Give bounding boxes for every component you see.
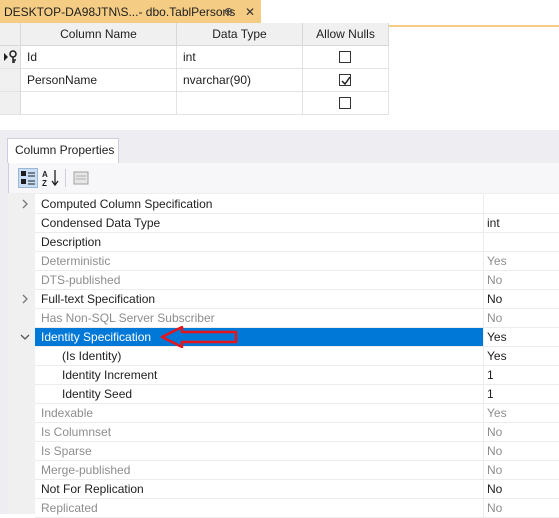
toolbar-separator <box>65 169 66 187</box>
property-row[interactable]: Replicated No <box>8 499 559 518</box>
data-type-cell[interactable]: int <box>177 46 303 69</box>
property-label: Identity Specification <box>35 328 483 347</box>
row-selector[interactable] <box>0 46 21 69</box>
property-label: DTS-published <box>35 271 483 290</box>
property-value: No <box>483 461 559 480</box>
property-label: Is Columnset <box>35 423 483 442</box>
svg-text:Z: Z <box>42 179 47 188</box>
data-type-cell[interactable] <box>177 92 303 115</box>
property-value: No <box>483 271 559 290</box>
annotation-arrow-icon <box>160 326 238 348</box>
column-name-cell[interactable] <box>21 92 177 115</box>
property-value[interactable]: No <box>483 290 559 309</box>
property-value[interactable]: 1 <box>483 385 559 404</box>
property-row[interactable]: Indexable Yes <box>8 404 559 423</box>
property-row[interactable]: Full-text Specification No <box>8 290 559 309</box>
property-row[interactable]: Identity Increment 1 <box>8 366 559 385</box>
document-tab-bar: DESKTOP-DA98JTN\S...- dbo.TablPersons ⊕ … <box>0 0 559 25</box>
allow-nulls-checkbox[interactable] <box>339 97 351 109</box>
categorized-button[interactable] <box>18 168 38 188</box>
property-label: Indexable <box>35 404 483 423</box>
property-value[interactable]: 1 <box>483 366 559 385</box>
property-value: Yes <box>483 252 559 271</box>
tab-column-properties[interactable]: Column Properties <box>7 138 119 163</box>
properties-toolbar: A Z <box>8 163 559 193</box>
property-row[interactable]: Condensed Data Type int <box>8 214 559 233</box>
property-row[interactable]: Not For Replication No <box>8 480 559 499</box>
property-label: (Is Identity) <box>35 347 483 366</box>
property-value: Yes <box>483 404 559 423</box>
property-label: Full-text Specification <box>35 290 483 309</box>
document-tab-title: DESKTOP-DA98JTN\S...- dbo.TablPersons <box>4 5 236 19</box>
alphabetical-button[interactable]: A Z <box>41 168 61 188</box>
property-label: Description <box>35 233 483 252</box>
property-value[interactable] <box>483 195 559 214</box>
property-value[interactable]: Yes <box>483 347 559 366</box>
property-row[interactable]: Is Columnset No <box>8 423 559 442</box>
property-value: No <box>483 423 559 442</box>
property-pages-button[interactable] <box>71 168 91 188</box>
alphabetical-icon: A Z <box>42 170 59 188</box>
property-row[interactable]: Identity Seed 1 <box>8 385 559 404</box>
pin-icon[interactable]: ⊕ <box>224 0 233 25</box>
property-label: Is Sparse <box>35 442 483 461</box>
close-icon[interactable]: ✕ <box>245 0 255 25</box>
chevron-right-icon[interactable] <box>19 197 31 211</box>
row-selector-header <box>0 23 21 46</box>
column-name-cell[interactable]: Id <box>21 46 177 69</box>
allow-nulls-cell <box>303 69 389 92</box>
property-label: Not For Replication <box>35 480 483 499</box>
property-value[interactable] <box>483 233 559 252</box>
chevron-right-icon[interactable] <box>19 292 31 306</box>
row-selector[interactable] <box>0 69 21 92</box>
row-selector[interactable] <box>0 92 21 115</box>
column-name-header[interactable]: Column Name <box>21 23 177 46</box>
property-pages-icon <box>73 171 89 185</box>
property-row[interactable]: Description <box>8 233 559 252</box>
allow-nulls-header[interactable]: Allow Nulls <box>303 23 389 46</box>
allow-nulls-checkbox[interactable] <box>339 51 351 63</box>
property-label: Identity Seed <box>35 385 483 404</box>
property-value: No <box>483 309 559 328</box>
primary-key-icon <box>4 50 17 63</box>
checkmark-icon <box>341 76 351 86</box>
property-row[interactable]: Merge-published No <box>8 461 559 480</box>
property-value[interactable]: No <box>483 480 559 499</box>
property-row[interactable]: Deterministic Yes <box>8 252 559 271</box>
document-tab[interactable]: DESKTOP-DA98JTN\S...- dbo.TablPersons ⊕ … <box>0 0 261 25</box>
property-row[interactable]: (Is Identity) Yes <box>8 347 559 366</box>
data-type-header[interactable]: Data Type <box>177 23 303 46</box>
chevron-down-icon[interactable] <box>19 330 31 344</box>
column-name-cell[interactable]: PersonName <box>21 69 177 92</box>
property-label: Has Non-SQL Server Subscriber <box>35 309 483 328</box>
property-row[interactable]: DTS-published No <box>8 271 559 290</box>
property-value[interactable]: Yes <box>483 328 559 347</box>
categorized-icon <box>21 171 35 185</box>
property-row[interactable]: Is Sparse No <box>8 442 559 461</box>
property-label: Condensed Data Type <box>35 214 483 233</box>
property-value: No <box>483 499 559 518</box>
property-value: No <box>483 442 559 461</box>
svg-text:A: A <box>42 170 48 179</box>
property-row[interactable]: Computed Column Specification <box>8 195 559 214</box>
data-type-cell[interactable]: nvarchar(90) <box>177 69 303 92</box>
allow-nulls-cell <box>303 46 389 69</box>
property-label: Replicated <box>35 499 483 518</box>
property-label: Merge-published <box>35 461 483 480</box>
property-row[interactable]: Identity Specification Yes <box>8 328 559 347</box>
property-label: Computed Column Specification <box>35 195 483 214</box>
allow-nulls-checkbox[interactable] <box>339 74 351 86</box>
property-value[interactable]: int <box>483 214 559 233</box>
property-label: Identity Increment <box>35 366 483 385</box>
property-label: Deterministic <box>35 252 483 271</box>
allow-nulls-cell <box>303 92 389 115</box>
property-row[interactable]: Has Non-SQL Server Subscriber No <box>8 309 559 328</box>
